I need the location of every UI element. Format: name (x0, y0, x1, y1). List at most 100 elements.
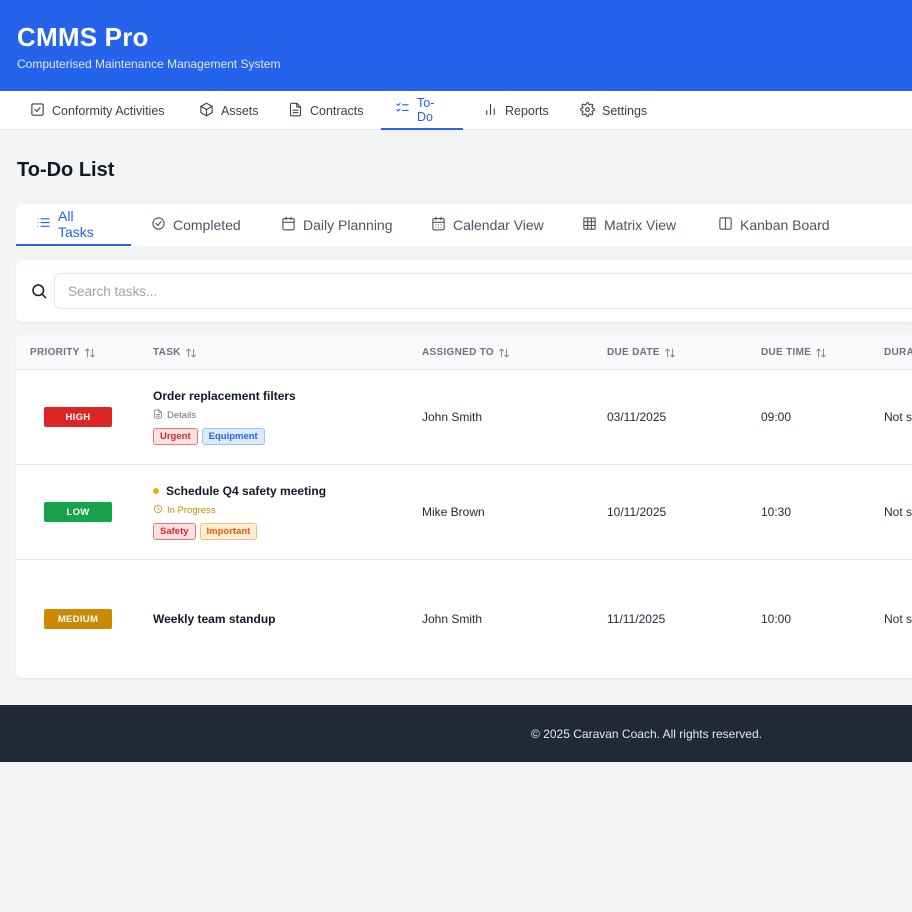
duration-cell: Not set (884, 505, 912, 519)
nav-item-reports[interactable]: Reports (469, 91, 563, 130)
nav-item-assets[interactable]: Assets (185, 91, 273, 130)
page-title: To-Do List (17, 159, 115, 181)
search-icon (30, 282, 48, 300)
column-header-duration[interactable]: DURATION (884, 335, 912, 370)
tab-label: Daily Planning (303, 217, 393, 233)
grid-icon (582, 216, 597, 234)
due-date-cell: 10/11/2025 (607, 505, 667, 519)
tab-matrix-view[interactable]: Matrix View (562, 204, 696, 246)
sort-icon (84, 347, 96, 359)
checklist-icon (395, 101, 410, 119)
column-header-due-time[interactable]: DUE TIME (761, 335, 827, 370)
calendar-grid-icon (431, 216, 446, 234)
app-subtitle: Computerised Maintenance Management Syst… (17, 57, 281, 71)
due-time-cell: 09:00 (761, 410, 792, 424)
task-meta-label: Details (167, 410, 197, 421)
nav-item-settings[interactable]: Settings (566, 91, 661, 130)
due-date-cell: 03/11/2025 (607, 410, 667, 424)
task-tags: Safety Important (153, 523, 258, 540)
column-header-label: DUE TIME (761, 347, 812, 358)
footer-copyright: © 2025 Caravan Coach. All rights reserve… (531, 727, 762, 741)
column-header-assigned-to[interactable]: ASSIGNED TO (422, 335, 510, 370)
app-header: CMMS Pro Computerised Maintenance Manage… (0, 0, 912, 91)
assigned-to-cell: John Smith (422, 612, 483, 626)
task-tags: Urgent Equipment (153, 428, 265, 445)
priority-badge: MEDIUM (44, 609, 112, 629)
column-header-label: PRIORITY (30, 347, 80, 358)
checkbox-icon (30, 102, 45, 120)
task-title-text: Order replacement filters (153, 389, 296, 403)
bar-chart-icon (483, 102, 498, 120)
nav-item-label: Reports (505, 103, 549, 118)
column-header-task[interactable]: TASK (153, 335, 197, 370)
tab-kanban-board[interactable]: Kanban Board (698, 204, 850, 246)
sort-icon (815, 347, 827, 359)
table-header: PRIORITY TASK ASSIGNED TO DUE DATE DUE T… (16, 335, 912, 370)
task-title[interactable]: Schedule Q4 safety meeting (153, 484, 326, 498)
assigned-to-cell: Mike Brown (422, 505, 485, 519)
priority-badge: LOW (44, 502, 112, 522)
tab-label: Kanban Board (740, 217, 830, 233)
column-header-label: TASK (153, 347, 181, 358)
search-card (16, 260, 912, 322)
tab-label: Matrix View (604, 217, 677, 233)
table-row[interactable]: MEDIUM Weekly team standup John Smith 11… (16, 560, 912, 678)
task-title-text: Schedule Q4 safety meeting (166, 484, 327, 498)
tab-label: Completed (173, 217, 241, 233)
nav-item-label: Assets (221, 103, 259, 118)
sort-icon (664, 347, 676, 359)
search-input[interactable] (54, 273, 912, 309)
tab-calendar-view[interactable]: Calendar View (411, 204, 564, 246)
tab-all-tasks[interactable]: All Tasks (16, 204, 131, 246)
column-header-due-date[interactable]: DUE DATE (607, 335, 676, 370)
tag-badge: Urgent (153, 428, 198, 445)
check-circle-icon (151, 216, 166, 234)
tasks-table: PRIORITY TASK ASSIGNED TO DUE DATE DUE T… (16, 335, 912, 678)
nav-item-contracts[interactable]: Contracts (274, 91, 378, 130)
task-title[interactable]: Weekly team standup (153, 612, 275, 626)
nav-item-label: To-Do (417, 95, 435, 124)
duration-cell: Not set (884, 410, 912, 424)
tag-badge: Important (199, 523, 258, 540)
tag-badge: Safety (153, 523, 196, 540)
due-date-cell: 11/11/2025 (607, 612, 666, 626)
task-status: In Progress (153, 504, 216, 517)
view-tabs: All Tasks Completed Daily Planning Calen… (16, 204, 912, 246)
main-nav: Conformity Activities Assets Contracts T… (0, 91, 912, 130)
due-time-cell: 10:00 (761, 612, 792, 626)
tab-completed[interactable]: Completed (131, 204, 261, 246)
nav-item-conformity-activities[interactable]: Conformity Activities (16, 91, 179, 130)
document-icon (288, 102, 303, 120)
clock-icon (153, 504, 163, 517)
calendar-icon (281, 216, 296, 234)
column-header-label: ASSIGNED TO (422, 347, 495, 358)
tag-badge: Equipment (201, 428, 265, 445)
app-title: CMMS Pro (17, 22, 149, 52)
column-header-priority[interactable]: PRIORITY (30, 335, 96, 370)
column-header-label: DUE DATE (607, 347, 660, 358)
nav-item-todo[interactable]: To-Do (381, 91, 463, 130)
task-title-text: Weekly team standup (153, 612, 276, 626)
table-row[interactable]: HIGH Order replacement filters Details U… (16, 370, 912, 465)
duration-cell: Not set (884, 612, 912, 626)
assigned-to-cell: John Smith (422, 410, 483, 424)
table-row[interactable]: LOW Schedule Q4 safety meeting In Progre… (16, 465, 912, 560)
document-icon (153, 409, 163, 422)
gear-icon (580, 101, 595, 120)
tab-label: Calendar View (453, 217, 544, 233)
sort-icon (185, 347, 197, 359)
nav-item-label: Conformity Activities (52, 103, 165, 118)
nav-item-label: Settings (602, 103, 648, 118)
cube-icon (199, 102, 214, 120)
tab-label: All Tasks (58, 208, 94, 240)
tab-daily-planning[interactable]: Daily Planning (261, 204, 413, 246)
sort-icon (498, 347, 510, 359)
task-title[interactable]: Order replacement filters (153, 389, 296, 403)
columns-icon (718, 216, 733, 234)
column-header-label: DURATION (884, 347, 912, 358)
footer: © 2025 Caravan Coach. All rights reserve… (0, 705, 912, 762)
task-details-link[interactable]: Details (153, 409, 196, 422)
list-icon (36, 215, 51, 233)
nav-item-label: Contracts (310, 103, 364, 118)
priority-badge: HIGH (44, 407, 112, 427)
